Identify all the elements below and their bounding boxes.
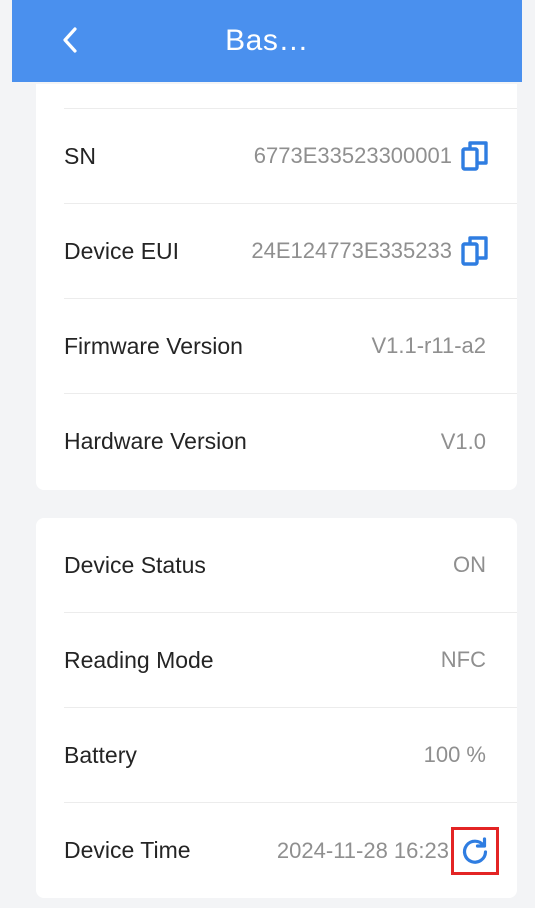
page-title: Bas… (225, 24, 309, 57)
device-time-row: Device Time 2024-11-28 16:23 (64, 803, 517, 898)
device-status-value: ON (453, 552, 486, 577)
sn-label: SN (64, 142, 96, 169)
firmware-version-row: Firmware Version V1.1-r11-a2 (64, 299, 517, 394)
firmware-version-label: Firmware Version (64, 332, 243, 359)
copy-icon (461, 236, 488, 266)
sn-value: 6773E33523300001 (253, 143, 452, 168)
device-time-value: 2024-11-28 16:23 (276, 837, 449, 863)
refresh-icon (462, 836, 488, 864)
reading-mode-value: NFC (440, 647, 486, 672)
firmware-version-value: V1.1-r11-a2 (371, 333, 486, 358)
device-eui-value: 24E124773E335233 (251, 238, 452, 263)
app-header: Bas… (12, 0, 522, 82)
copy-icon (461, 141, 488, 171)
battery-label: Battery (64, 741, 137, 768)
hardware-version-label: Hardware Version (64, 428, 247, 454)
battery-row: Battery 100 % (64, 708, 517, 803)
reading-mode-label: Reading Mode (64, 646, 214, 673)
battery-value: 100 % (423, 742, 486, 767)
device-status-label: Device Status (64, 551, 206, 578)
device-status-row: Device Status ON (64, 518, 517, 613)
sn-row: SN 6773E33523300001 (64, 109, 517, 204)
hardware-version-row: Hardware Version V1.0 (64, 394, 517, 489)
device-eui-label: Device EUI (64, 237, 180, 264)
copy-sn-button[interactable] (458, 139, 492, 173)
device-time-label: Device Time (64, 837, 191, 863)
device-status-card: Device Status ON Reading Mode NFC Batter… (36, 518, 517, 898)
hardware-version-value: V1.0 (440, 428, 486, 454)
refresh-time-button[interactable] (451, 826, 499, 875)
device-eui-row: Device EUI 24E124773E335233 (64, 204, 517, 299)
copy-device-eui-button[interactable] (458, 234, 492, 268)
device-info-card: SN 6773E33523300001 Device EUI 24E124773… (36, 84, 517, 490)
reading-mode-row: Reading Mode NFC (64, 613, 517, 708)
